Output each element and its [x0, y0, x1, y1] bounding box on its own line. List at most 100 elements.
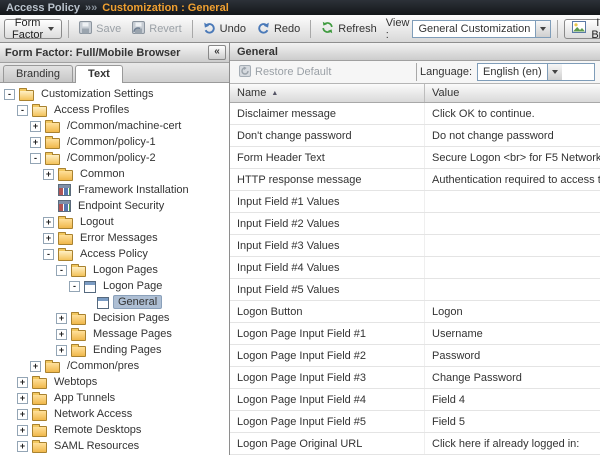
- expand-icon[interactable]: +: [17, 409, 28, 420]
- view-select[interactable]: General Customization: [412, 20, 551, 38]
- table-row[interactable]: Logon Page Input Field #5Field 5: [230, 411, 600, 433]
- form-factor-button[interactable]: Form Factor: [4, 19, 62, 39]
- tree-spacer: [82, 297, 93, 308]
- tab-branding[interactable]: Branding: [3, 65, 73, 82]
- image-browser-button[interactable]: Image Browser: [564, 19, 600, 39]
- tree-item-logon-pages[interactable]: - Logon Pages: [0, 262, 229, 278]
- tree-item-decision-pages[interactable]: +Decision Pages: [0, 310, 229, 326]
- tree-item-customization-settings[interactable]: - Customization Settings: [0, 86, 229, 102]
- expand-icon[interactable]: +: [17, 377, 28, 388]
- expand-icon[interactable]: +: [43, 217, 54, 228]
- tree-item-remote-desktops[interactable]: +Remote Desktops: [0, 422, 229, 438]
- breadcrumb-section[interactable]: Access Policy: [6, 2, 80, 14]
- folder-icon: [71, 314, 86, 325]
- expand-icon[interactable]: +: [56, 329, 67, 340]
- row-value: Field 4: [425, 394, 600, 406]
- table-row[interactable]: Input Field #5 Values: [230, 279, 600, 301]
- table-row[interactable]: Form Header TextSecure Logon <br> for F5…: [230, 147, 600, 169]
- tree-item-label: Logon Pages: [90, 264, 161, 276]
- tree-item-general[interactable]: General: [0, 294, 229, 310]
- table-row[interactable]: Input Field #4 Values: [230, 257, 600, 279]
- tree-item-webtops[interactable]: +Webtops: [0, 374, 229, 390]
- table-row[interactable]: Logon Page Input Field #3Change Password: [230, 367, 600, 389]
- tree-spacer: [43, 185, 54, 196]
- expand-icon[interactable]: +: [43, 169, 54, 180]
- tree-item-logout[interactable]: +Logout: [0, 214, 229, 230]
- collapse-panel-button[interactable]: «: [208, 45, 226, 60]
- column-header-name[interactable]: Name ▲: [230, 84, 425, 102]
- collapse-icon[interactable]: -: [69, 281, 80, 292]
- tree-item-common-policy-2[interactable]: -/Common/policy-2: [0, 150, 229, 166]
- expand-icon[interactable]: +: [17, 393, 28, 404]
- tree-item-saml-resources[interactable]: +SAML Resources: [0, 438, 229, 454]
- folder-icon: [58, 218, 73, 229]
- tree-item-app-tunnels[interactable]: +App Tunnels: [0, 390, 229, 406]
- expand-icon[interactable]: +: [56, 313, 67, 324]
- breadcrumb-separator: »»: [85, 2, 97, 14]
- table-row[interactable]: Don't change passwordDo not change passw…: [230, 125, 600, 147]
- folder-icon: [32, 394, 47, 405]
- tree-item-framework-installation[interactable]: Framework Installation: [0, 182, 229, 198]
- tree-item-label: Network Access: [51, 408, 135, 420]
- collapse-icon[interactable]: -: [4, 89, 15, 100]
- collapse-icon[interactable]: -: [30, 153, 41, 164]
- undo-button[interactable]: Undo: [199, 19, 250, 39]
- tree-item-common[interactable]: + Common: [0, 166, 229, 182]
- language-select[interactable]: English (en): [477, 63, 595, 81]
- table-row[interactable]: Logon ButtonLogon: [230, 301, 600, 323]
- row-name: Don't change password: [230, 125, 425, 146]
- expand-icon[interactable]: +: [30, 137, 41, 148]
- expand-icon[interactable]: +: [30, 121, 41, 132]
- tree-item-common-machine-cert[interactable]: +/Common/machine-cert: [0, 118, 229, 134]
- table-row[interactable]: Logon Page Input Field #4Field 4: [230, 389, 600, 411]
- tree-item-common-policy-1[interactable]: +/Common/policy-1: [0, 134, 229, 150]
- table-row[interactable]: HTTP response messageAuthentication requ…: [230, 169, 600, 191]
- restore-default-button[interactable]: Restore Default: [235, 63, 335, 82]
- expand-icon[interactable]: +: [30, 361, 41, 372]
- tree-item-logon-page[interactable]: -Logon Page: [0, 278, 229, 294]
- table-row[interactable]: Input Field #3 Values: [230, 235, 600, 257]
- column-header-value[interactable]: Value: [425, 84, 600, 102]
- row-value: Change Password: [425, 372, 600, 384]
- save-label: Save: [96, 23, 121, 35]
- collapse-icon[interactable]: -: [56, 265, 67, 276]
- save-button[interactable]: Save: [75, 19, 125, 39]
- tree-item-message-pages[interactable]: + Message Pages: [0, 326, 229, 342]
- save-icon: [79, 21, 92, 37]
- table-row[interactable]: Input Field #1 Values: [230, 191, 600, 213]
- row-name: Input Field #2 Values: [230, 213, 425, 234]
- tree-item-access-policy[interactable]: -Access Policy: [0, 246, 229, 262]
- tree-item-common-pres[interactable]: +/Common/pres: [0, 358, 229, 374]
- redo-button[interactable]: Redo: [253, 19, 304, 39]
- row-value: Field 5: [425, 416, 600, 428]
- tree-item-network-access[interactable]: + Network Access: [0, 406, 229, 422]
- tree-item-label: Common: [77, 168, 128, 180]
- row-name: Input Field #3 Values: [230, 235, 425, 256]
- table-row[interactable]: Input Field #2 Values: [230, 213, 600, 235]
- collapse-icon[interactable]: -: [43, 249, 54, 260]
- general-panel: General Restore Default Language: Englis…: [230, 43, 600, 455]
- tree-item-access-profiles[interactable]: -Access Profiles: [0, 102, 229, 118]
- folder-icon: [45, 122, 60, 133]
- revert-button[interactable]: Revert: [128, 19, 185, 39]
- collapse-icon[interactable]: -: [17, 105, 28, 116]
- undo-icon: [203, 21, 216, 37]
- tab-text[interactable]: Text: [75, 65, 123, 83]
- tree-item-endpoint-security[interactable]: Endpoint Security: [0, 198, 229, 214]
- folder-open-icon: [58, 250, 73, 261]
- tree-item-error-messages[interactable]: +Error Messages: [0, 230, 229, 246]
- table-row[interactable]: Logon Page Input Field #1Username: [230, 323, 600, 345]
- tree-item-ending-pages[interactable]: +Ending Pages: [0, 342, 229, 358]
- expand-icon[interactable]: +: [56, 345, 67, 356]
- expand-icon[interactable]: +: [43, 233, 54, 244]
- table-row[interactable]: Logon Page Original URLClick here if alr…: [230, 433, 600, 455]
- expand-icon[interactable]: +: [17, 425, 28, 436]
- table-row[interactable]: Disclaimer messageClick OK to continue.: [230, 103, 600, 125]
- expand-icon[interactable]: +: [17, 441, 28, 452]
- tree-item-label: Message Pages: [90, 328, 175, 340]
- table-row[interactable]: Logon Page Input Field #2Password: [230, 345, 600, 367]
- value-header-label: Value: [432, 87, 459, 99]
- refresh-button[interactable]: Refresh: [317, 19, 381, 39]
- revert-label: Revert: [149, 23, 181, 35]
- tree-item-label: Customization Settings: [38, 88, 157, 100]
